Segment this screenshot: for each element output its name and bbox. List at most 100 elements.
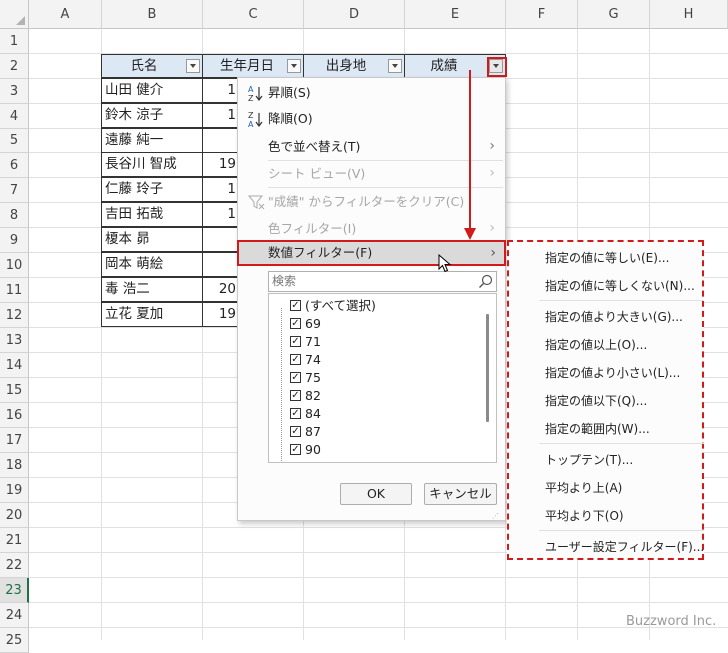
- filter-dropdown-button[interactable]: [287, 59, 301, 73]
- table-cell-birthdate[interactable]: 19: [202, 302, 238, 327]
- row-header[interactable]: 2: [0, 54, 29, 79]
- table-cell-name[interactable]: 榎本 昴: [101, 227, 203, 252]
- row-header[interactable]: 14: [0, 353, 29, 378]
- row-header[interactable]: 18: [0, 453, 29, 478]
- table-cell-birthdate[interactable]: 1: [202, 78, 238, 103]
- submenu-item-less-than[interactable]: 指定の値より小さい(L)...: [545, 363, 680, 383]
- submenu-item-less-or-equal[interactable]: 指定の値以下(Q)...: [545, 391, 647, 411]
- submenu-item-custom-filter[interactable]: ユーザー設定フィルター(F)...: [545, 537, 704, 557]
- row-header[interactable]: 21: [0, 528, 29, 553]
- row-header[interactable]: 6: [0, 153, 29, 178]
- checkbox-checked-icon[interactable]: ✓: [290, 390, 301, 401]
- column-header-h[interactable]: H: [650, 0, 728, 29]
- table-header-birthdate[interactable]: 生年月日: [202, 54, 304, 78]
- row-header[interactable]: 12: [0, 303, 29, 328]
- column-header-d[interactable]: D: [304, 0, 405, 29]
- checkbox-checked-icon[interactable]: ✓: [290, 408, 301, 419]
- filter-search-input[interactable]: 検索: [268, 271, 497, 292]
- checklist-item[interactable]: ✓ 71: [290, 334, 321, 350]
- row-header[interactable]: 24: [0, 603, 29, 628]
- filter-dropdown-button[interactable]: [388, 59, 402, 73]
- select-all-corner[interactable]: [0, 0, 29, 29]
- checklist-item-select-all[interactable]: ✓ (すべて選択): [290, 298, 376, 314]
- row-header[interactable]: 22: [0, 553, 29, 578]
- table-cell-birthdate[interactable]: 1: [202, 103, 238, 128]
- header-label: 出身地: [325, 58, 367, 74]
- column-header-g[interactable]: G: [578, 0, 650, 29]
- table-cell-birthdate[interactable]: 1: [202, 202, 238, 227]
- row-header[interactable]: 11: [0, 278, 29, 303]
- checkbox-checked-icon[interactable]: ✓: [290, 372, 301, 383]
- table-cell-name[interactable]: 立花 夏加: [101, 302, 203, 327]
- table-cell-name[interactable]: 吉田 拓哉: [101, 202, 203, 227]
- row-header[interactable]: 15: [0, 378, 29, 403]
- row-header[interactable]: 9: [0, 228, 29, 253]
- row-header[interactable]: 7: [0, 178, 29, 203]
- row-header[interactable]: 13: [0, 328, 29, 353]
- row-header[interactable]: 25: [0, 628, 29, 653]
- submenu-item-greater-or-equal[interactable]: 指定の値以上(O)...: [545, 335, 647, 355]
- row-header[interactable]: 10: [0, 253, 29, 278]
- table-cell-birthdate[interactable]: 20: [202, 277, 238, 302]
- checkbox-checked-icon[interactable]: ✓: [290, 336, 301, 347]
- row-header-selected[interactable]: 23: [0, 578, 29, 603]
- tree-guide-line: [281, 308, 282, 462]
- submenu-item-greater-than[interactable]: 指定の値より大きい(G)...: [545, 307, 683, 327]
- checklist-item[interactable]: ✓ 90: [290, 442, 321, 458]
- checklist-item[interactable]: ✓ 82: [290, 388, 321, 404]
- checklist-item[interactable]: ✓ 74: [290, 352, 321, 368]
- submenu-item-equals[interactable]: 指定の値に等しい(E)...: [545, 248, 669, 268]
- cancel-button[interactable]: キャンセル: [424, 483, 497, 505]
- checkbox-checked-icon[interactable]: ✓: [290, 354, 301, 365]
- submenu-item-top-ten[interactable]: トップテン(T)...: [545, 450, 633, 470]
- table-cell-birthdate[interactable]: 19: [202, 152, 238, 177]
- column-header-b[interactable]: B: [102, 0, 203, 29]
- row-header[interactable]: 17: [0, 428, 29, 453]
- row-header[interactable]: 3: [0, 79, 29, 104]
- row-header[interactable]: 5: [0, 129, 29, 153]
- submenu-item-above-average[interactable]: 平均より上(A): [545, 478, 622, 498]
- checklist-item[interactable]: ✓ 75: [290, 370, 321, 386]
- submenu-item-below-average[interactable]: 平均より下(O): [545, 506, 624, 526]
- row-header[interactable]: 4: [0, 104, 29, 129]
- row-header[interactable]: 1: [0, 29, 29, 54]
- table-cell-birthdate[interactable]: [202, 252, 238, 277]
- column-header-a[interactable]: A: [29, 0, 102, 29]
- table-cell-birthdate[interactable]: [202, 227, 238, 252]
- row-header[interactable]: 8: [0, 203, 29, 228]
- checkbox-checked-icon[interactable]: ✓: [290, 318, 301, 329]
- table-cell-birthdate[interactable]: 1: [202, 177, 238, 202]
- filter-value-list[interactable]: ✓ (すべて選択) ✓ 69 ✓ 71 ✓ 74 ✓ 75 ✓ 82 ✓ 84 …: [268, 293, 497, 463]
- table-cell-name[interactable]: 遠藤 純一: [101, 128, 203, 153]
- filter-dropdown-button[interactable]: [186, 59, 200, 73]
- submenu-item-not-equals[interactable]: 指定の値に等しくない(N)...: [545, 276, 695, 296]
- column-header-c[interactable]: C: [203, 0, 304, 29]
- table-cell-name[interactable]: 山田 健介: [101, 78, 203, 103]
- table-cell-name[interactable]: 岡本 萌絵: [101, 252, 203, 277]
- list-scrollbar-thumb[interactable]: [486, 314, 489, 422]
- checklist-item[interactable]: ✓ 87: [290, 424, 321, 440]
- table-header-birthplace[interactable]: 出身地: [303, 54, 405, 78]
- checklist-item[interactable]: ✓ 84: [290, 406, 321, 422]
- resize-grip-icon[interactable]: ⋰: [492, 513, 502, 520]
- checkbox-checked-icon[interactable]: ✓: [290, 444, 301, 455]
- gridline: [29, 602, 728, 603]
- column-header-e[interactable]: E: [405, 0, 506, 29]
- table-cell-birthdate[interactable]: [202, 128, 238, 153]
- table-cell-name[interactable]: 仁藤 玲子: [101, 177, 203, 202]
- ok-button[interactable]: OK: [340, 483, 412, 505]
- menu-item-number-filter[interactable]: 数値フィルター(F) ›: [237, 240, 506, 266]
- menu-item-label: "成績" からフィルターをクリア(C): [268, 194, 465, 209]
- row-header[interactable]: 16: [0, 403, 29, 428]
- row-header[interactable]: 19: [0, 478, 29, 503]
- table-header-name[interactable]: 氏名: [101, 54, 203, 78]
- submenu-item-between[interactable]: 指定の範囲内(W)...: [545, 419, 650, 439]
- table-cell-name[interactable]: 長谷川 智成: [101, 152, 203, 177]
- checkbox-checked-icon[interactable]: ✓: [290, 426, 301, 437]
- table-cell-name[interactable]: 毒 浩二: [101, 277, 203, 302]
- checklist-item[interactable]: ✓ 69: [290, 316, 321, 332]
- column-header-f[interactable]: F: [506, 0, 578, 29]
- checkbox-checked-icon[interactable]: ✓: [290, 300, 301, 311]
- row-header[interactable]: 20: [0, 503, 29, 528]
- table-cell-name[interactable]: 鈴木 涼子: [101, 103, 203, 128]
